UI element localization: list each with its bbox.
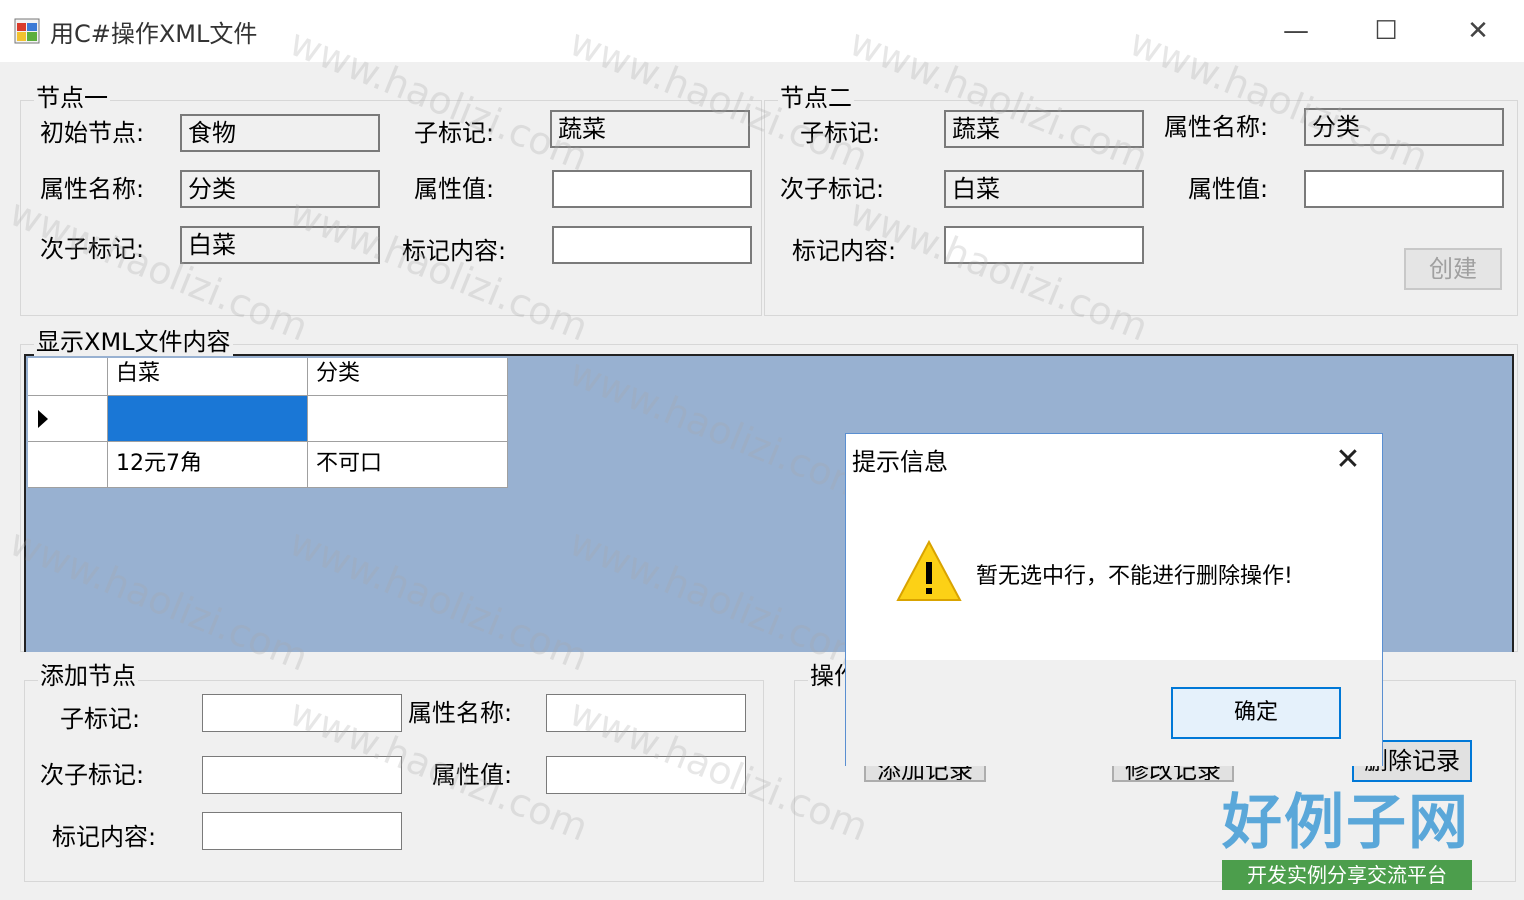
xml-view-group-label: 显示XML文件内容 <box>34 328 233 356</box>
window-title: 用C#操作XML文件 <box>50 20 258 48</box>
dialog-footer: 确定 <box>846 660 1382 766</box>
node2-attr-name-field[interactable]: 分类 <box>1304 108 1504 146</box>
add-attr-name-label: 属性名称: <box>408 699 513 727</box>
column-header[interactable]: 分类 <box>308 358 508 396</box>
node2-attr-value-field[interactable] <box>1304 170 1504 208</box>
add-sub-child-input[interactable] <box>202 756 402 794</box>
sub-child-field[interactable]: 白菜 <box>180 226 380 264</box>
attr-name-field[interactable]: 分类 <box>180 170 380 208</box>
node2-content-label: 标记内容: <box>792 237 897 265</box>
minimize-icon[interactable]: — <box>1276 12 1316 50</box>
add-node-group-label: 添加节点 <box>38 662 138 690</box>
attr-value-field[interactable] <box>552 170 752 208</box>
node2-sub-child-field[interactable]: 白菜 <box>944 170 1144 208</box>
warning-icon <box>896 538 962 604</box>
add-child-tag-input[interactable] <box>202 694 402 732</box>
row-header[interactable] <box>28 396 108 442</box>
column-header[interactable]: 白菜 <box>108 358 308 396</box>
maximize-icon[interactable]: ☐ <box>1366 12 1406 50</box>
row-header[interactable] <box>28 442 108 488</box>
node2-child-tag-field[interactable]: 蔬菜 <box>944 110 1144 148</box>
sub-child-label: 次子标记: <box>40 235 145 263</box>
init-node-field[interactable]: 食物 <box>180 114 380 152</box>
attr-value-label: 属性值: <box>414 175 495 203</box>
dialog-message: 暂无选中行，不能进行删除操作! <box>976 564 1293 589</box>
node2-group-label: 节点二 <box>778 84 854 112</box>
attr-name-label: 属性名称: <box>40 175 145 203</box>
add-attr-value-label: 属性值: <box>432 761 513 789</box>
app-icon <box>14 18 40 44</box>
grid-cell[interactable] <box>308 396 508 442</box>
create-button[interactable]: 创建 <box>1404 248 1502 290</box>
dialog-close-icon[interactable]: ✕ <box>1326 440 1370 480</box>
add-content-input[interactable] <box>202 812 402 850</box>
node2-attr-value-label: 属性值: <box>1188 175 1269 203</box>
ok-button[interactable]: 确定 <box>1171 687 1341 739</box>
node1-group-label: 节点一 <box>34 84 110 112</box>
content-label: 标记内容: <box>402 237 507 265</box>
message-dialog: 提示信息 ✕ 暂无选中行，不能进行删除操作! 确定 <box>845 433 1383 766</box>
dialog-title: 提示信息 <box>852 448 948 476</box>
add-attr-value-input[interactable] <box>546 756 746 794</box>
node2-sub-child-label: 次子标记: <box>780 175 885 203</box>
node2-attr-name-label: 属性名称: <box>1164 113 1269 141</box>
grid-cell[interactable] <box>108 396 308 442</box>
add-content-label: 标记内容: <box>52 823 157 851</box>
add-attr-name-input[interactable] <box>546 694 746 732</box>
add-child-tag-label: 子标记: <box>60 705 141 733</box>
child-tag-label: 子标记: <box>414 119 495 147</box>
init-node-label: 初始节点: <box>40 119 145 147</box>
add-sub-child-label: 次子标记: <box>40 761 145 789</box>
node2-child-tag-label: 子标记: <box>800 119 881 147</box>
grid-cell[interactable]: 12元7角 <box>108 442 308 488</box>
child-tag-field[interactable]: 蔬菜 <box>550 110 750 148</box>
grid-corner-header[interactable] <box>28 358 108 396</box>
logo-title: 好例子网 <box>1222 788 1470 858</box>
content-field[interactable] <box>552 226 752 264</box>
current-row-icon <box>38 410 48 428</box>
node2-content-field[interactable] <box>944 226 1144 264</box>
close-icon[interactable]: ✕ <box>1458 12 1498 50</box>
logo-subtitle: 开发实例分享交流平台 <box>1222 860 1472 890</box>
grid-cell[interactable]: 不可口 <box>308 442 508 488</box>
